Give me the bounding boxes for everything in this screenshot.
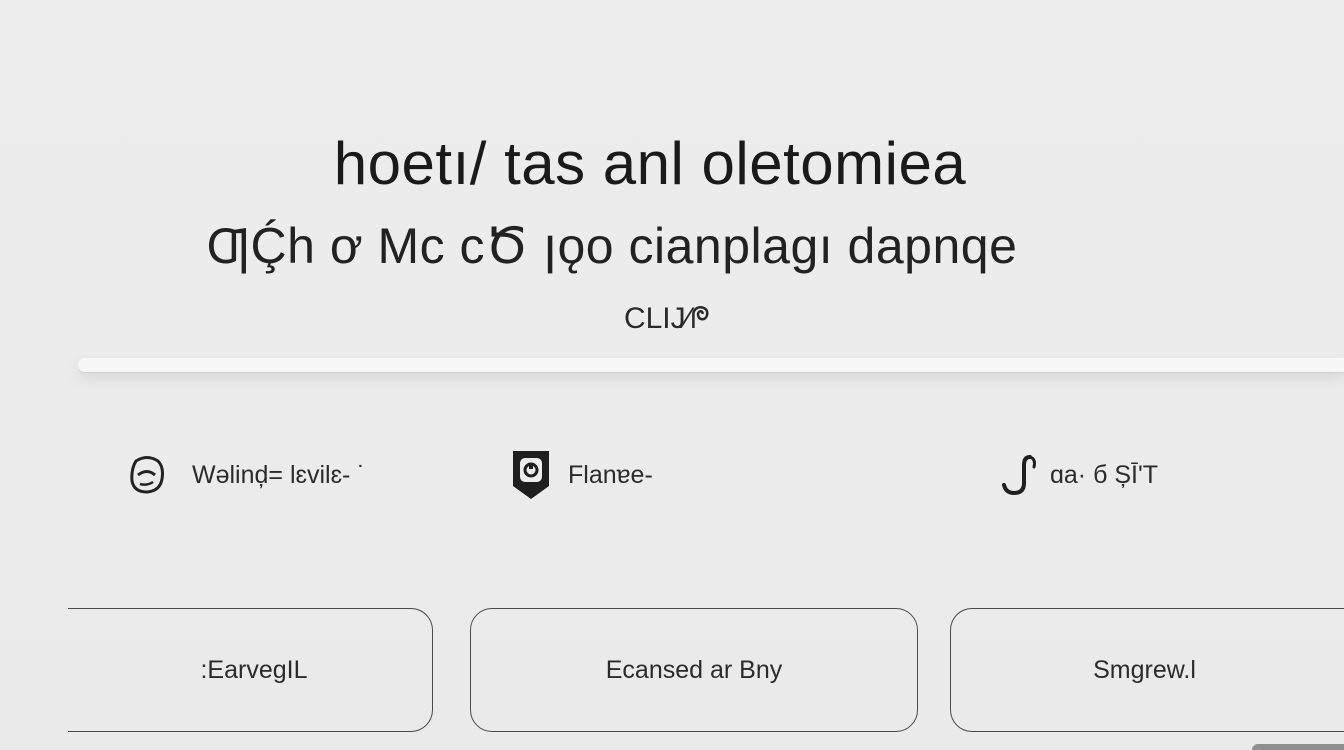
option-button-3[interactable]: Smgrew.l (950, 608, 1344, 732)
option-button-2[interactable]: Ecansed ar Bny (470, 608, 918, 732)
info-item-2: Flanɐe- (510, 450, 653, 500)
hero-section: hoetı/ tas anl oletomiea ƢḈh ơ Mc cԾ ꞁǫo… (0, 0, 1344, 345)
info-label-2: Flanɐe- (568, 460, 653, 489)
info-label-3: ɑa· б ȘĪ'T (1050, 460, 1159, 489)
shelf-divider (78, 358, 1344, 372)
page-note: CLIJ⁄ᖘ (623, 302, 711, 335)
face-outline-icon (128, 455, 166, 495)
shield-lock-icon (510, 448, 552, 502)
page-title: hoetı/ tas anl oletomiea (333, 130, 967, 197)
option-label-2: Ecansed ar Bny (605, 655, 783, 684)
hook-glyph-icon (1000, 453, 1042, 497)
option-label-3: Smgrew.l (1093, 655, 1196, 684)
info-item-3: ɑa· б ȘĪ'T (1000, 450, 1158, 500)
scrollbar[interactable] (1252, 744, 1344, 750)
info-item-1: Wəlinḑ= lɛvilɛ- ˙ (128, 450, 366, 500)
option-button-1[interactable]: :EarvegIL (68, 608, 433, 732)
option-label-1: :EarvegIL (200, 655, 308, 684)
page-subtitle: ƢḈh ơ Mc cԾ ꞁǫo cianplagı dapnqe (206, 218, 1018, 274)
info-label-1: Wəlinḑ= lɛvilɛ- ˙ (192, 460, 366, 489)
